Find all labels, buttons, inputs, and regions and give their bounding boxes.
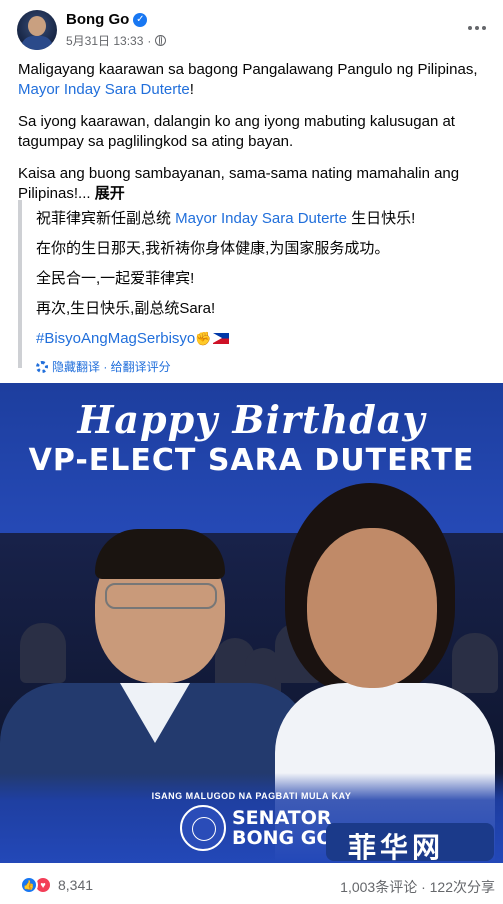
photo-greeting: ISANG MALUGOD NA PAGBATI MULA KAY	[151, 791, 352, 801]
translation-line-2: 在你的生日那天,我祈祷你身体健康,为国家服务成功。	[36, 240, 390, 257]
mention-link[interactable]: Mayor Inday Sara Duterte	[18, 81, 190, 98]
post-timestamp[interactable]: 5月31日 13:33	[66, 32, 143, 49]
gear-icon	[36, 361, 48, 373]
translation-actions-link[interactable]: 隐藏翻译 · 给翻译评分	[52, 357, 171, 377]
philippines-flag-icon	[213, 333, 230, 344]
post-paragraph-2: Sa iyong kaarawan, dalangin ko ang iyong…	[18, 113, 455, 150]
dot-icon	[482, 26, 486, 30]
post-paragraph-1: Maligayang kaarawan sa bagong Pangalawan…	[18, 60, 488, 100]
senator-line-2: BONG GO	[232, 827, 333, 849]
watermark-text: 菲华网	[348, 831, 445, 863]
translation-mention-link[interactable]: Mayor Inday Sara Duterte	[175, 210, 347, 227]
post-text-segment: Maligayang kaarawan sa bagong Pangalawan…	[18, 61, 478, 78]
post-meta: 5月31日 13:33 ·	[66, 32, 167, 49]
post-footer: 👍 ♥ 8,341 1,003条评论 · 122次分享	[0, 866, 503, 904]
man-hair	[95, 529, 225, 579]
author-name[interactable]: Bong Go	[66, 11, 129, 28]
avatar-face	[28, 16, 46, 36]
translation-segment: 祝菲律宾新任副总统	[36, 210, 176, 227]
globe-icon[interactable]	[155, 35, 167, 46]
post-header: Bong Go ✓ 5月31日 13:33 ·	[0, 0, 503, 55]
dot-icon	[475, 26, 479, 30]
senate-seal-icon	[180, 805, 226, 851]
translation-line-4: 再次,生日快乐,副总统Sara!	[36, 300, 216, 317]
post-paragraph-3: Kaisa ang buong sambayanan, sama-sama na…	[18, 164, 488, 204]
reactions-summary[interactable]: 👍 ♥ 8,341	[20, 876, 93, 894]
crowd-figure	[20, 623, 66, 683]
senator-line-1: SENATOR	[232, 807, 332, 829]
translation-block: 祝菲律宾新任副总统 Mayor Inday Sara Duterte 生日快乐!…	[18, 200, 488, 374]
avatar[interactable]	[17, 10, 57, 50]
meta-separator: ·	[147, 33, 152, 48]
dot-icon	[468, 26, 472, 30]
hashtag-link[interactable]: #BisyoAngMagSerbisyo	[36, 330, 195, 347]
more-options-button[interactable]	[463, 14, 491, 42]
translation-segment: 生日快乐!	[346, 210, 416, 227]
post-text-segment: !	[189, 81, 194, 98]
woman-face	[307, 528, 437, 688]
translation-line-1: 祝菲律宾新任副总统 Mayor Inday Sara Duterte 生日快乐!	[36, 209, 488, 229]
post-text-segment: Kaisa ang buong sambayanan, sama-sama na…	[18, 165, 460, 202]
photo-headline: Happy Birthday	[77, 397, 426, 442]
like-icon: 👍	[20, 876, 38, 894]
author-row: Bong Go ✓	[66, 11, 148, 28]
reaction-count[interactable]: 8,341	[58, 877, 93, 893]
verified-badge-icon: ✓	[133, 12, 148, 27]
translation-actions: 隐藏翻译 · 给翻译评分	[36, 357, 488, 377]
comment-share-count[interactable]: 1,003条评论 · 122次分享	[340, 877, 495, 897]
photo-subheadline: VP-ELECT SARA DUTERTE	[28, 443, 475, 478]
hashtag-line: #BisyoAngMagSerbisyo✊	[36, 329, 488, 349]
translation-line-3: 全民合一,一起爱菲律宾!	[36, 270, 195, 287]
post-body: Maligayang kaarawan sa bagong Pangalawan…	[18, 60, 488, 216]
site-watermark: 菲华网	[326, 823, 503, 863]
fist-emoji-icon: ✊	[195, 331, 212, 346]
avatar-body	[21, 36, 53, 50]
glasses-icon	[105, 583, 217, 609]
post-photo[interactable]: Happy Birthday VP-ELECT SARA DUTERTE ISA…	[0, 383, 503, 863]
senator-name: SENATOR BONG GO	[232, 808, 333, 848]
